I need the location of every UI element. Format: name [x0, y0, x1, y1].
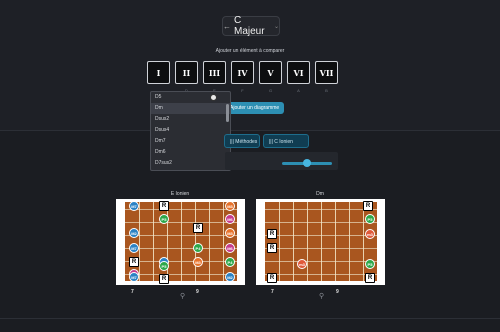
fret-wire	[363, 202, 364, 281]
dropdown-item[interactable]: D5	[151, 92, 230, 103]
methods-label: Méthodes	[235, 139, 258, 145]
interval-note-marker[interactable]: P4	[193, 243, 203, 253]
fret-wire	[139, 202, 140, 281]
interval-note-marker[interactable]: M3	[225, 201, 235, 211]
degree-button-7[interactable]: VII	[315, 61, 338, 84]
interval-note-marker[interactable]: m3	[297, 259, 307, 269]
degree-button-2[interactable]: II	[175, 61, 198, 84]
board-title-2: Dm	[316, 191, 324, 197]
page-title: C Majeur	[234, 15, 265, 37]
root-note-marker[interactable]: R	[267, 243, 277, 253]
compare-subtitle: Ajouter un élément à comparer	[215, 48, 285, 54]
interval-note-marker[interactable]: M7	[129, 243, 139, 253]
fret-wire	[307, 202, 308, 281]
interval-note-marker[interactable]: M3	[193, 257, 203, 267]
fret-wire	[209, 202, 210, 281]
interval-note-marker[interactable]: M3	[225, 228, 235, 238]
root-note-marker[interactable]: R	[363, 201, 373, 211]
fret-wire	[335, 202, 336, 281]
root-note-marker[interactable]: R	[365, 273, 375, 283]
fret-wire	[223, 202, 224, 281]
degree-button-4[interactable]: IV	[231, 61, 254, 84]
methods-button[interactable]: ||| Méthodes	[224, 134, 260, 148]
degree-button-3[interactable]: III	[203, 61, 226, 84]
dropdown-item[interactable]: D7sus2	[151, 158, 230, 169]
interval-note-marker[interactable]: M7	[129, 201, 139, 211]
root-note-marker[interactable]: R	[267, 273, 277, 283]
fretboard-wood	[265, 202, 377, 281]
scale-mode-label: C Ionien	[274, 139, 293, 145]
root-note-marker[interactable]: R	[159, 274, 169, 284]
root-note-marker[interactable]: R	[129, 257, 139, 267]
interval-note-marker[interactable]: M7	[129, 272, 139, 282]
fret-wire	[293, 202, 294, 281]
root-note-marker[interactable]: R	[159, 201, 169, 211]
fret-wire	[321, 202, 322, 281]
interval-note-marker[interactable]: M6	[225, 214, 235, 224]
scale-mode-button[interactable]: ||| C Ionien	[263, 134, 309, 148]
fretboard-wood	[125, 202, 237, 281]
dropdown-item[interactable]: Dm	[151, 103, 230, 114]
root-note-marker[interactable]: R	[193, 223, 203, 233]
divider	[0, 318, 500, 319]
root-note-marker[interactable]: R	[267, 229, 277, 239]
fret-wire	[195, 202, 196, 281]
interval-note-marker[interactable]: M6	[225, 243, 235, 253]
strings-icon: |||	[230, 139, 234, 145]
zoom-slider-handle[interactable]	[303, 159, 311, 167]
fret-start-number: 7	[271, 289, 274, 295]
dropdown-scrollbar[interactable]	[226, 104, 229, 122]
dropdown-item[interactable]: Dm7	[151, 136, 230, 147]
cursor-icon	[210, 94, 217, 101]
strings-icon: |||	[269, 139, 273, 145]
dropdown-item[interactable]: Dm6	[151, 147, 230, 158]
interval-note-marker[interactable]: P4	[225, 257, 235, 267]
back-arrow-icon: ←	[223, 21, 231, 31]
controls-bar	[225, 152, 338, 170]
scale-title-button[interactable]: ← C Majeur ⌄	[222, 15, 280, 37]
fret-wire	[153, 202, 154, 281]
fret-wire	[181, 202, 182, 281]
interval-note-marker[interactable]: P5	[365, 214, 375, 224]
fret-wire	[279, 202, 280, 281]
interval-note-marker[interactable]: P5	[159, 214, 169, 224]
pin-icon[interactable]: ⚲	[319, 292, 324, 300]
fret-end-number: 9	[336, 289, 339, 295]
degree-button-1[interactable]: I	[147, 61, 170, 84]
interval-note-marker[interactable]: M2	[225, 272, 235, 282]
degree-buttons: I II III IV V VI VII	[147, 61, 338, 84]
degree-note-7: B	[325, 88, 328, 93]
interval-note-marker[interactable]: P5	[159, 261, 169, 271]
divider	[0, 130, 500, 131]
add-diagram-button[interactable]: Ajouter un diagramme	[222, 102, 284, 114]
chord-dropdown[interactable]: D5 Dm Dsus2 Dsus4 Dm7 Dm6 D7sus2	[150, 91, 231, 171]
fret-wire	[349, 202, 350, 281]
interval-note-marker[interactable]: m3	[365, 229, 375, 239]
degree-note-5: G	[268, 88, 273, 93]
board-title-1: E Ionien	[170, 191, 190, 197]
interval-note-marker[interactable]: M2	[129, 228, 139, 238]
pin-icon[interactable]: ⚲	[180, 292, 185, 300]
degree-button-5[interactable]: V	[259, 61, 282, 84]
degree-note-6: A	[297, 88, 300, 93]
fret-end-number: 9	[196, 289, 199, 295]
degree-note-4: F	[241, 88, 244, 93]
dropdown-item[interactable]: Dsus2	[151, 114, 230, 125]
fret-start-number: 7	[131, 289, 134, 295]
interval-note-marker[interactable]: P5	[365, 259, 375, 269]
chevron-down-icon: ⌄	[273, 23, 279, 30]
degree-button-6[interactable]: VI	[287, 61, 310, 84]
dropdown-item[interactable]: Dsus4	[151, 125, 230, 136]
